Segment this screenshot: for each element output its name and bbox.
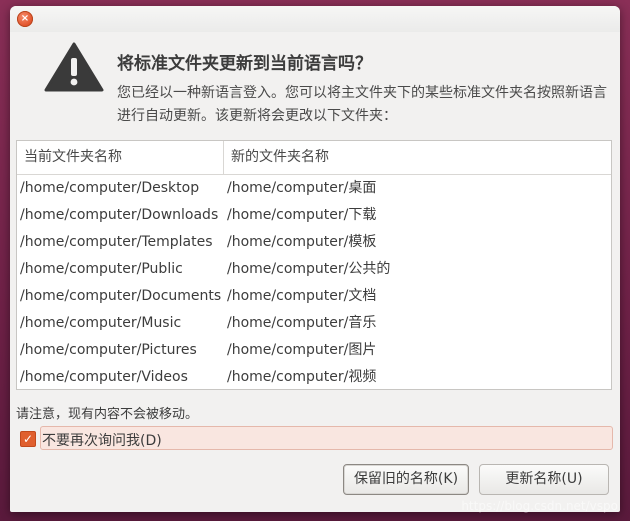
table-row[interactable]: /home/computer/Desktop/home/computer/桌面 [17, 175, 611, 202]
current-folder-cell: /home/computer/Documents [20, 288, 222, 304]
column-header-current[interactable]: 当前文件夹名称 [17, 141, 224, 174]
dont-ask-again-label[interactable]: 不要再次询问我(D) [42, 430, 162, 450]
table-row[interactable]: /home/computer/Music/home/computer/音乐 [17, 310, 611, 337]
new-folder-cell: /home/computer/视频 [227, 369, 377, 385]
new-folder-cell: /home/computer/桌面 [227, 180, 377, 196]
folder-table: 当前文件夹名称 新的文件夹名称 /home/computer/Desktop/h… [16, 140, 612, 390]
new-folder-cell: /home/computer/图片 [227, 342, 377, 358]
table-row[interactable]: /home/computer/Videos/home/computer/视频 [17, 364, 611, 391]
current-folder-cell: /home/computer/Desktop [20, 180, 200, 196]
new-folder-cell: /home/computer/下载 [227, 207, 377, 223]
keep-old-names-button[interactable]: 保留旧的名称(K) [343, 464, 469, 495]
table-row[interactable]: /home/computer/Public/home/computer/公共的 [17, 256, 611, 283]
note-text: 请注意，现有内容不会被移动。 [16, 407, 199, 422]
current-folder-cell: /home/computer/Templates [20, 234, 213, 250]
column-header-new[interactable]: 新的文件夹名称 [224, 141, 611, 174]
watermark-text: https://blog.csdn.net/vspo [461, 499, 618, 513]
close-icon: × [20, 13, 30, 24]
table-row[interactable]: /home/computer/Pictures/home/computer/图片 [17, 337, 611, 364]
dialog-description: 您已经以一种新语言登入。您可以将主文件夹下的某些标准文件夹名按照新语言进行自动更… [117, 85, 607, 124]
table-row[interactable]: /home/computer/Documents/home/computer/文… [17, 283, 611, 310]
current-folder-cell: /home/computer/Downloads [20, 207, 219, 223]
current-folder-cell: /home/computer/Videos [20, 369, 188, 385]
new-folder-cell: /home/computer/模板 [227, 234, 377, 250]
table-row[interactable]: /home/computer/Downloads/home/computer/下… [17, 202, 611, 229]
dialog-heading: 将标准文件夹更新到当前语言吗？ [117, 54, 372, 74]
current-folder-cell: /home/computer/Music [20, 315, 182, 331]
title-bar: × [10, 6, 620, 32]
table-header: 当前文件夹名称 新的文件夹名称 [17, 141, 611, 175]
current-folder-cell: /home/computer/Pictures [20, 342, 197, 358]
dont-ask-again-checkbox[interactable]: ✓ [20, 431, 36, 447]
table-row[interactable]: /home/computer/Templates/home/computer/模… [17, 229, 611, 256]
folder-update-dialog: × 将标准文件夹更新到当前语言吗？ 您已经以一种新语言登入。您可以将主文件夹下的… [10, 6, 620, 512]
checkmark-icon: ✓ [22, 432, 34, 446]
current-folder-cell: /home/computer/Public [20, 261, 183, 277]
close-button[interactable]: × [17, 11, 33, 27]
new-folder-cell: /home/computer/文档 [227, 288, 377, 304]
update-names-button[interactable]: 更新名称(U) [479, 464, 609, 495]
new-folder-cell: /home/computer/音乐 [227, 315, 377, 331]
new-folder-cell: /home/computer/公共的 [227, 261, 391, 277]
warning-icon [44, 42, 104, 92]
